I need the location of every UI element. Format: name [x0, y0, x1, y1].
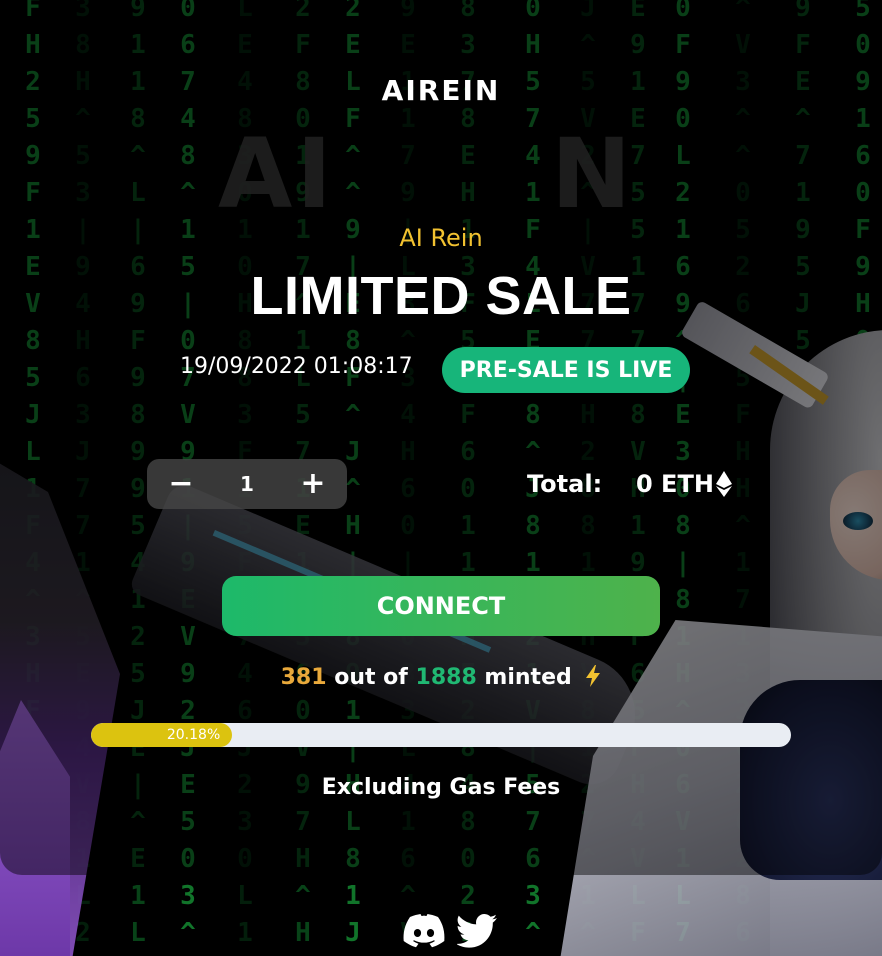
quantity-value: 1 — [240, 472, 254, 496]
increment-button[interactable]: + — [299, 469, 327, 499]
presale-status-badge: PRE-SALE IS LIVE — [442, 347, 690, 393]
minted-out-of: out of — [334, 665, 408, 690]
total-supply: 1888 — [415, 665, 477, 690]
brand-logo: AIREIN — [381, 74, 501, 107]
minted-count: 381 — [280, 665, 327, 690]
eth-icon — [715, 471, 732, 497]
minted-suffix: minted — [484, 665, 572, 690]
connect-wallet-button[interactable]: CONNECT — [222, 576, 660, 636]
total-label: Total: — [527, 470, 603, 498]
mint-progress-label: 20.18% — [166, 727, 221, 743]
lightning-icon — [586, 665, 601, 687]
quantity-stepper: − 1 + — [147, 459, 347, 509]
total-value-group: 0 ETH — [636, 470, 732, 498]
minted-counter: 381 out of 1888 minted — [0, 665, 882, 690]
mint-card: AIREIN AI Rein LIMITED SALE 19/09/2022 0… — [0, 0, 882, 875]
discord-icon[interactable] — [403, 914, 445, 948]
total-value: 0 ETH — [636, 470, 714, 498]
twitter-icon[interactable] — [457, 914, 499, 948]
mint-progress-bar: 20.18% — [91, 723, 791, 747]
social-links — [403, 914, 499, 948]
sale-title: LIMITED SALE — [250, 266, 632, 326]
sale-datetime: 19/09/2022 01:08:17 — [180, 354, 413, 379]
gas-fee-note: Excluding Gas Fees — [321, 775, 561, 800]
collection-name: AI Rein — [399, 224, 483, 252]
mint-progress-fill: 20.18% — [91, 723, 233, 747]
decrement-button[interactable]: − — [167, 469, 195, 499]
